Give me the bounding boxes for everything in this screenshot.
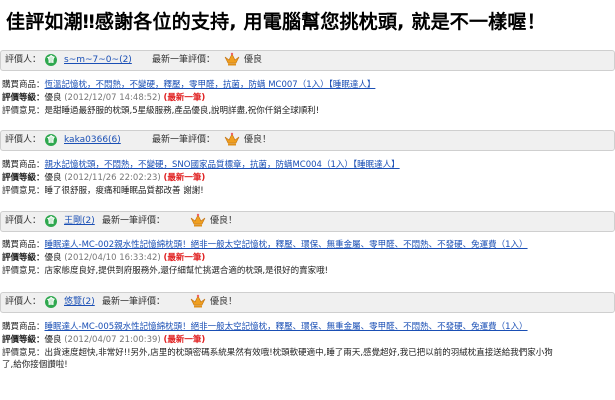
grade-row: 評價等級：優良 (2012/12/07 14:48:52) (最新一筆) bbox=[2, 92, 205, 104]
opinion-row: 評價意見：出貨速度超快,非常好!!另外,店里的枕頭密碼系統果然有效哦!枕頭軟硬適… bbox=[2, 347, 562, 371]
latest-rating-label: 最新一筆評價： bbox=[102, 216, 166, 226]
purchased-row: 購買商品：睡眠達人-MC-005親水性記憶綿枕頭！絕非一般太空記憶枕，釋壓、環保… bbox=[2, 321, 528, 333]
product-link[interactable]: 恆溫記憶枕，不悶熱，不變硬，釋壓，零甲醛，抗菌，防螨 MC007（1入）【睡眠達… bbox=[45, 80, 376, 90]
latest-rating-label: 最新一筆評價： bbox=[152, 55, 216, 65]
review-header: 評價人： 會 悠覽(2) 最新一筆評價： 優良！ bbox=[0, 292, 615, 313]
purchased-label: 購買商品： bbox=[2, 240, 45, 250]
grade-value: 優良 bbox=[44, 93, 62, 103]
grade-label: 評價等級： bbox=[2, 93, 45, 103]
grade-row: 評價等級：優良 (2012/04/07 21:00:39) (最新一筆) bbox=[2, 334, 205, 346]
purchased-row: 購買商品：恆溫記憶枕，不悶熱，不變硬，釋壓，零甲醛，抗菌，防螨 MC007（1入… bbox=[2, 79, 375, 91]
rating-value: 優良！ bbox=[210, 216, 238, 226]
latest-tag: (最新一筆) bbox=[163, 253, 206, 263]
user-avatar-icon: 會 bbox=[45, 134, 57, 146]
crown-icon bbox=[224, 132, 240, 146]
opinion-row: 評價意見：店家態度良好,提供到府服務外,還仔細幫忙挑選合適的枕頭,是很好的賣家哦… bbox=[2, 265, 328, 277]
latest-tag: (最新一筆) bbox=[163, 93, 206, 103]
reviewer-link[interactable]: kaka0366(6) bbox=[64, 131, 121, 150]
opinion-row: 評價意見：是甜睡過最舒服的枕頭,5星級服務,產品優良,說明詳盡,祝你仟銷全球順利… bbox=[2, 105, 319, 117]
opinion-text: 出貨速度超快,非常好!!另外,店里的枕頭密碼系統果然有效哦!枕頭軟硬適中,睡了兩… bbox=[2, 348, 553, 370]
grade-value: 優良 bbox=[44, 253, 62, 263]
latest-tag: (最新一筆) bbox=[163, 335, 206, 345]
user-avatar-icon: 會 bbox=[45, 54, 57, 66]
purchased-row: 購買商品：睡眠達人-MC-002親水性記憶綿枕頭！絕非一般太空記憶枕，釋壓、環保… bbox=[2, 239, 528, 251]
page-title: 佳評如潮‼感謝各位的支持, 用電腦幫您挑枕頭, 就是不一樣喔！ bbox=[6, 11, 546, 33]
purchased-label: 購買商品： bbox=[2, 160, 45, 170]
crown-icon bbox=[190, 213, 206, 227]
product-link[interactable]: 睡眠達人-MC-005親水性記憶綿枕頭！絕非一般太空記憶枕，釋壓、環保、無重金屬… bbox=[45, 322, 528, 332]
rating-value: 優良 bbox=[244, 55, 263, 65]
opinion-label: 評價意見： bbox=[2, 348, 45, 358]
reviewer-label: 評價人： bbox=[5, 297, 42, 307]
crown-icon bbox=[190, 294, 206, 308]
opinion-text: 店家態度良好,提供到府服務外,還仔細幫忙挑選合適的枕頭,是很好的賣家哦! bbox=[44, 266, 329, 276]
grade-row: 評價等級：優良 (2012/04/10 16:33:42) (最新一筆) bbox=[2, 252, 205, 264]
opinion-label: 評價意見： bbox=[2, 266, 45, 276]
opinion-label: 評價意見： bbox=[2, 106, 45, 116]
reviewer-link[interactable]: s~m~7~0~(2) bbox=[64, 51, 132, 70]
grade-label: 評價等級： bbox=[2, 335, 45, 345]
crown-icon bbox=[224, 52, 240, 66]
product-link[interactable]: 親水記憶枕頭，不悶熱，不變硬，SNO國家品質標章，抗菌，防螨MC004（1入）【… bbox=[45, 160, 400, 170]
grade-label: 評價等級： bbox=[2, 173, 45, 183]
purchased-label: 購買商品： bbox=[2, 80, 45, 90]
grade-label: 評價等級： bbox=[2, 253, 45, 263]
reviewer-label: 評價人： bbox=[5, 135, 42, 145]
review-date: (2012/04/10 16:33:42) bbox=[64, 253, 161, 263]
grade-value: 優良 bbox=[44, 173, 62, 183]
rating-value: 優良！ bbox=[210, 297, 238, 307]
review-date: (2012/12/07 14:48:52) bbox=[64, 93, 161, 103]
review-header: 評價人： 會 王剛(2) 最新一筆評價： 優良！ bbox=[0, 211, 615, 232]
opinion-label: 評價意見： bbox=[2, 186, 45, 196]
purchased-label: 購買商品： bbox=[2, 322, 45, 332]
grade-row: 評價等級：優良 (2012/11/26 22:02:23) (最新一筆) bbox=[2, 172, 205, 184]
reviewer-link[interactable]: 王剛(2) bbox=[64, 212, 95, 231]
reviewer-label: 評價人： bbox=[5, 55, 42, 65]
review-header: 評價人： 會 s~m~7~0~(2) 最新一筆評價： 優良 bbox=[0, 50, 615, 71]
product-link[interactable]: 睡眠達人-MC-002親水性記憶綿枕頭！絕非一般太空記憶枕，釋壓、環保、無重金屬… bbox=[45, 240, 528, 250]
opinion-text: 是甜睡過最舒服的枕頭,5星級服務,產品優良,說明詳盡,祝你仟銷全球順利! bbox=[44, 106, 320, 116]
rating-value: 優良！ bbox=[244, 135, 272, 145]
review-date: (2012/11/26 22:02:23) bbox=[64, 173, 161, 183]
opinion-text: 睡了很舒服，痠痛和睡眠品質都改善 謝謝! bbox=[44, 186, 204, 196]
grade-value: 優良 bbox=[44, 335, 62, 345]
opinion-row: 評價意見：睡了很舒服，痠痛和睡眠品質都改善 謝謝! bbox=[2, 185, 204, 197]
latest-tag: (最新一筆) bbox=[163, 173, 206, 183]
review-date: (2012/04/07 21:00:39) bbox=[64, 335, 161, 345]
review-header: 評價人： 會 kaka0366(6) 最新一筆評價： 優良！ bbox=[0, 130, 615, 151]
reviewer-link[interactable]: 悠覽(2) bbox=[64, 293, 95, 312]
user-avatar-icon: 會 bbox=[45, 296, 57, 308]
latest-rating-label: 最新一筆評價： bbox=[152, 135, 216, 145]
purchased-row: 購買商品：親水記憶枕頭，不悶熱，不變硬，SNO國家品質標章，抗菌，防螨MC004… bbox=[2, 159, 400, 171]
reviewer-label: 評價人： bbox=[5, 216, 42, 226]
latest-rating-label: 最新一筆評價： bbox=[102, 297, 166, 307]
user-avatar-icon: 會 bbox=[45, 215, 57, 227]
